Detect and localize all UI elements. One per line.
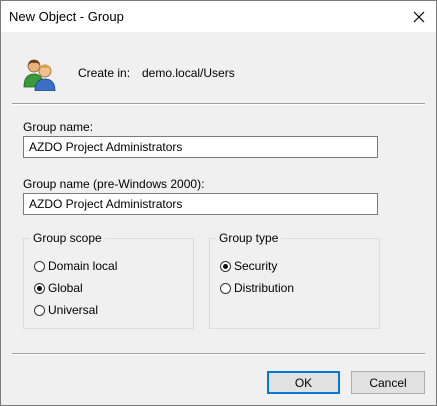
radio-universal[interactable]: Universal (34, 303, 98, 317)
users-icon (23, 57, 57, 92)
radio-button[interactable] (220, 282, 231, 294)
radio-security[interactable]: Security (220, 259, 277, 273)
close-icon (413, 11, 425, 22)
ok-button-label: OK (294, 375, 313, 390)
create-in-path: demo.local/Users (142, 66, 235, 80)
radio-global[interactable]: Global (34, 281, 83, 295)
radio-button[interactable] (220, 260, 231, 272)
group-name-input[interactable]: AZDO Project Administrators (23, 136, 378, 158)
title-bar: New Object - Group (1, 1, 436, 32)
radio-label: Distribution (234, 281, 295, 295)
group-scope-legend: Group scope (30, 231, 105, 245)
window-title: New Object - Group (9, 9, 124, 24)
group-type-box: Group type Security Distribution (209, 231, 380, 329)
separator-bottom (12, 353, 425, 355)
group-name-pre2000-value: AZDO Project Administrators (29, 197, 183, 211)
cancel-button-label: Cancel (369, 375, 407, 390)
radio-button[interactable] (34, 304, 45, 316)
radio-label: Security (234, 259, 278, 273)
group-name-label: Group name: (23, 120, 94, 134)
group-scope-box: Group scope Domain local Global Universa… (23, 231, 194, 329)
radio-domain-local[interactable]: Domain local (34, 259, 117, 273)
radio-distribution[interactable]: Distribution (220, 281, 294, 295)
cancel-button[interactable]: Cancel (351, 371, 425, 394)
create-in-label: Create in: (78, 66, 131, 80)
ok-button[interactable]: OK (267, 371, 340, 394)
radio-button[interactable] (34, 282, 45, 294)
group-type-legend: Group type (216, 231, 282, 245)
group-name-pre2000-input[interactable]: AZDO Project Administrators (23, 193, 378, 215)
separator-top (12, 103, 425, 105)
radio-label: Global (48, 281, 83, 295)
radio-label: Universal (48, 303, 99, 317)
radio-button[interactable] (34, 260, 45, 272)
close-button[interactable] (402, 1, 436, 32)
radio-label: Domain local (48, 259, 118, 273)
group-name-pre2000-label: Group name (pre-Windows 2000): (23, 177, 205, 191)
group-name-value: AZDO Project Administrators (29, 140, 183, 154)
dialog-window: New Object - Group Create in: demo.local… (0, 0, 437, 406)
